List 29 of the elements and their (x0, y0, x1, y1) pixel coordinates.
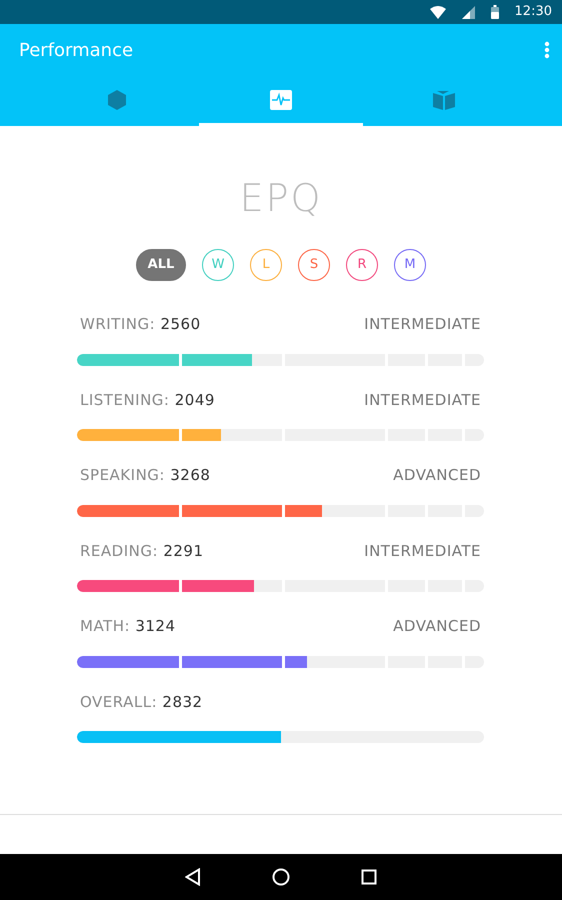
filter-chip[interactable]: W (202, 249, 234, 281)
signal-icon (462, 6, 475, 18)
clock-time: 12:30 (514, 3, 552, 22)
back-icon[interactable] (185, 868, 202, 886)
level-label: INTERMEDIATE (364, 390, 481, 410)
score-label: LISTENING: 2049 (80, 390, 215, 410)
battery-icon (490, 5, 499, 19)
home-icon[interactable] (272, 868, 290, 886)
book-icon (432, 89, 456, 112)
wifi-icon (430, 6, 446, 18)
more-options-icon[interactable] (544, 41, 550, 59)
level-label: ADVANCED (393, 616, 481, 637)
page-heading: EPQ (240, 175, 322, 222)
filter-chip[interactable]: S (298, 249, 330, 281)
score-label: MATH: 3124 (80, 616, 176, 637)
level-label: ADVANCED (393, 465, 481, 486)
pulse-icon (268, 89, 293, 112)
filter-chip[interactable]: L (250, 249, 282, 281)
score-label: SPEAKING: 3268 (80, 465, 210, 486)
filter-chip[interactable]: R (346, 249, 378, 281)
filter-chip[interactable]: ALL (136, 249, 186, 281)
app-title: Performance (19, 38, 134, 62)
level-label: INTERMEDIATE (364, 540, 481, 562)
score-label: READING: 2291 (80, 540, 204, 562)
score-label: OVERALL: 2832 (80, 692, 203, 712)
recents-icon[interactable] (360, 869, 377, 885)
level-label: INTERMEDIATE (364, 314, 481, 335)
filter-chip[interactable]: M (394, 249, 426, 281)
score-label: WRITING: 2560 (80, 314, 201, 335)
